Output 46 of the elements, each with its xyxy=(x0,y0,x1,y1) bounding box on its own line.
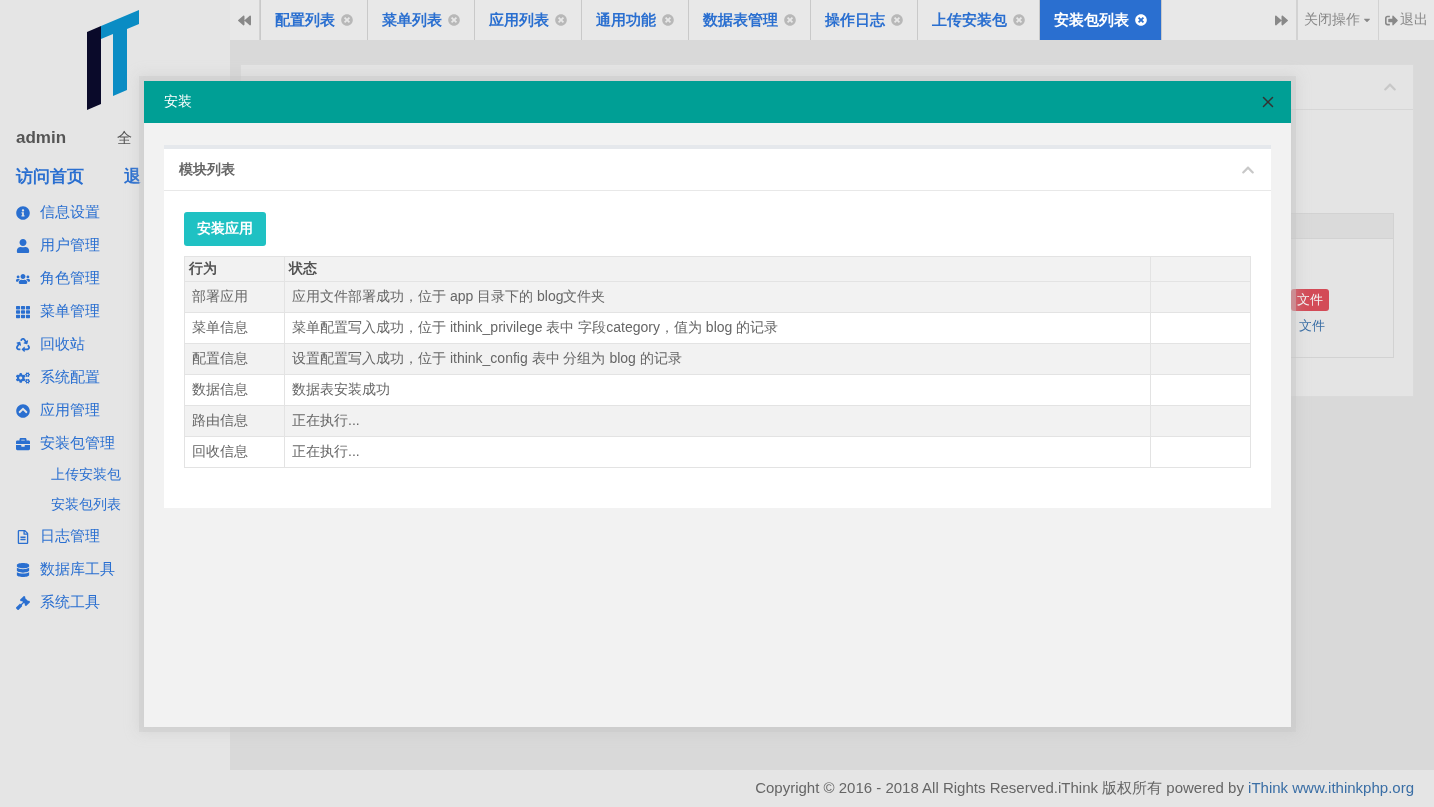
forward-icon xyxy=(1275,13,1288,27)
table-cell: 数据信息 xyxy=(184,374,285,406)
users-icon xyxy=(16,271,30,286)
gavel-icon xyxy=(16,595,30,610)
table-cell: 配置信息 xyxy=(184,343,285,375)
column-header: 行为 xyxy=(184,256,285,282)
table-cell: 应用文件部署成功，位于 app 目录下的 blog文件夹 xyxy=(284,281,1151,313)
tab[interactable]: 配置列表 xyxy=(260,0,368,40)
settings-icon xyxy=(16,370,30,385)
column-header: 状态 xyxy=(284,256,1151,282)
table-cell: 设置配置写入成功，位于 ithink_config 表中 分组为 blog 的记录 xyxy=(284,343,1151,375)
menu-item[interactable]: 日志管理 xyxy=(0,520,230,553)
table-cell: 路由信息 xyxy=(184,405,285,437)
file-link[interactable]: 文件 xyxy=(1291,317,1325,335)
card-title: 模块列表 xyxy=(179,160,235,179)
recycle-icon xyxy=(16,337,30,352)
logo-icon xyxy=(87,10,139,110)
dialog-title: 安装 xyxy=(164,93,192,111)
table-cell: 数据表安装成功 xyxy=(284,374,1151,406)
grid-icon xyxy=(16,304,30,319)
table-cell: 部署应用 xyxy=(184,281,285,313)
menu-item[interactable]: 系统工具 xyxy=(0,586,230,619)
table-cell: 菜单配置写入成功，位于 ithink_privilege 表中 字段category，值为 blog 的记录 xyxy=(284,312,1151,344)
user-name: admin xyxy=(16,128,68,148)
install-button[interactable]: 安装应用 xyxy=(184,212,266,246)
link[interactable]: www.ithinkphp.org xyxy=(1292,779,1414,796)
document-icon xyxy=(16,529,30,544)
close-icon[interactable] xyxy=(1135,14,1147,26)
menu-item[interactable]: 数据库工具 xyxy=(0,553,230,586)
user-icon xyxy=(16,238,30,253)
info-icon xyxy=(16,205,30,220)
badge: 文件 xyxy=(1291,289,1329,311)
table-cell: 回收信息 xyxy=(184,436,285,468)
table-cell: 菜单信息 xyxy=(184,312,285,344)
tab[interactable]: 安装包列表 xyxy=(1040,0,1162,40)
table-cell: 正在执行... xyxy=(284,405,1151,437)
briefcase-icon xyxy=(16,436,30,451)
logout-link[interactable]: 退 xyxy=(124,165,141,188)
database-icon xyxy=(16,562,30,577)
backward-icon xyxy=(238,13,251,27)
home-link[interactable]: 访问首页 xyxy=(16,165,84,188)
link[interactable]: iThink xyxy=(1248,779,1289,796)
table-cell: 正在执行... xyxy=(284,436,1151,468)
copyright-text: Copyright © 2016 - 2018 All Rights Reserved.iThink 版权所有 powered by iThink www.ithinkphp.org xyxy=(755,779,1414,798)
logout-icon xyxy=(1385,13,1398,27)
site-link[interactable]: 全 xyxy=(117,128,132,148)
